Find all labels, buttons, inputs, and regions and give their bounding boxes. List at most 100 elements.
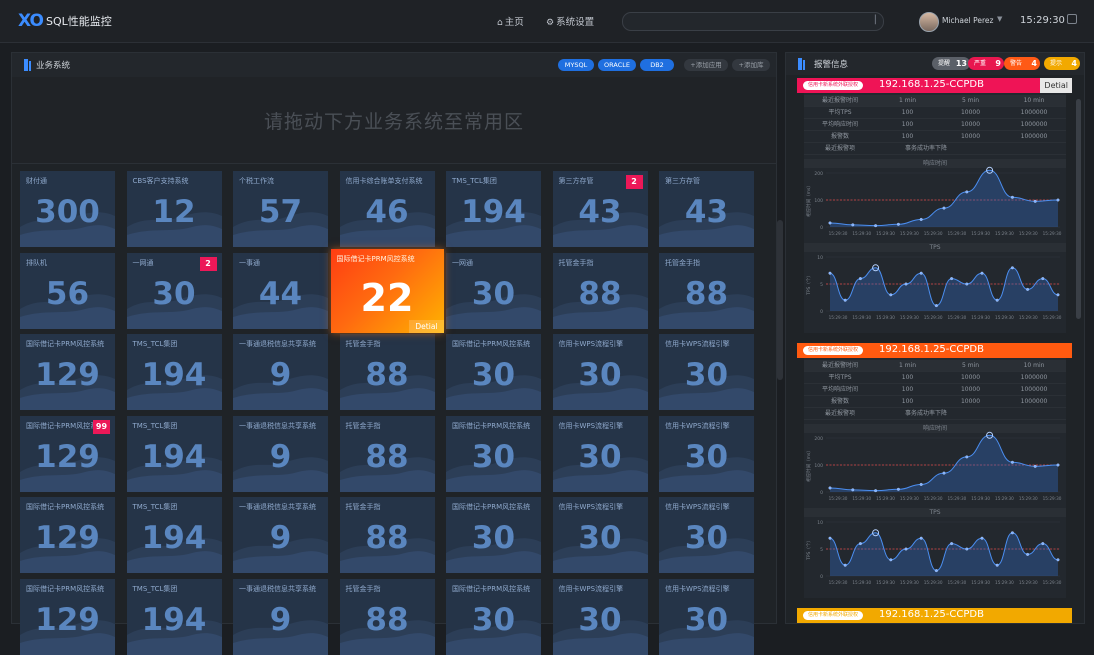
alert-count-badge[interactable]: 严重 9 <box>968 57 1004 70</box>
alert-card-header[interactable]: 信用卡新系统外联授权 192.168.1.25-CCPDB <box>797 608 1072 623</box>
system-tile[interactable]: 一事通退税信息共享系统 9 <box>233 578 328 655</box>
data-point[interactable] <box>995 563 999 567</box>
system-tile[interactable]: 信用卡WPS流程引擎 30 <box>552 415 648 492</box>
data-point[interactable] <box>1041 277 1045 281</box>
add-app-button[interactable]: +添加应用 <box>684 59 728 71</box>
data-point[interactable] <box>1033 464 1037 468</box>
system-tile[interactable]: 国际借记卡PRM风控系统 129 99 <box>20 415 115 492</box>
logout-icon[interactable] <box>1067 14 1077 24</box>
add-db-button[interactable]: +添加库 <box>732 59 770 71</box>
db-tag-oracle[interactable]: ORACLE <box>598 59 636 71</box>
data-point[interactable] <box>858 542 862 546</box>
data-point[interactable] <box>828 271 832 275</box>
system-tile[interactable]: 托管金手指 88 <box>552 252 648 329</box>
data-point[interactable] <box>904 282 908 286</box>
system-tile[interactable]: 国际借记卡PRM风控系统 30 <box>446 415 541 492</box>
db-tag-db2[interactable]: DB2 <box>640 59 674 71</box>
data-point[interactable] <box>942 206 946 210</box>
data-point[interactable] <box>934 569 938 573</box>
db-tag-mysql[interactable]: MYSQL <box>558 59 594 71</box>
search-icon[interactable]: | <box>874 14 877 25</box>
data-point[interactable] <box>828 536 832 540</box>
system-tile[interactable]: 一网通 30 2 <box>126 252 222 329</box>
data-point[interactable] <box>843 563 847 567</box>
system-tile[interactable]: 信用卡WPS流程引擎 30 <box>659 578 754 655</box>
scrollbar[interactable] <box>1076 99 1081 319</box>
chevron-down-icon[interactable]: ▼ <box>997 15 1002 23</box>
data-point[interactable] <box>942 471 946 475</box>
nav-settings[interactable]: ⚙ 系统设置 <box>546 14 594 28</box>
system-tile[interactable]: 托管金手指 88 <box>659 252 754 329</box>
alert-card[interactable]: 信用卡新系统外联授权 192.168.1.25-CCPDB Detial 最近报警时间… <box>797 78 1072 336</box>
search-input[interactable]: | <box>622 12 884 31</box>
data-point[interactable] <box>950 542 954 546</box>
data-point[interactable] <box>843 298 847 302</box>
system-tile[interactable]: TMS_TCL集团 194 <box>126 497 222 573</box>
nav-home[interactable]: ⌂ 主页 <box>497 14 524 28</box>
system-tile[interactable]: 信用卡WPS流程引擎 30 <box>659 334 754 410</box>
data-point[interactable] <box>896 222 900 226</box>
system-tile[interactable]: 个税工作流 57 <box>233 171 328 247</box>
system-tile[interactable]: 信用卡WPS流程引擎 30 <box>659 497 754 573</box>
alert-card-header[interactable]: 信用卡新系统外联授权 192.168.1.25-CCPDB Detial <box>797 78 1072 93</box>
favorites-dropzone[interactable]: 请拖动下方业务系统至常用区 <box>12 77 776 164</box>
system-tile[interactable]: 一事通退税信息共享系统 9 <box>233 497 328 573</box>
avatar[interactable] <box>919 12 939 32</box>
system-tile[interactable]: TMS_TCL集团 194 <box>126 334 222 410</box>
system-tile[interactable]: TMS_TCL集团 194 <box>446 171 541 247</box>
data-point[interactable] <box>874 224 878 228</box>
data-point[interactable] <box>1010 266 1014 270</box>
data-point[interactable] <box>934 304 938 308</box>
data-point[interactable] <box>995 298 999 302</box>
data-point[interactable] <box>965 190 969 194</box>
data-point[interactable] <box>828 221 832 225</box>
data-point[interactable] <box>1010 460 1014 464</box>
data-point[interactable] <box>874 489 878 493</box>
alert-card[interactable]: 信用卡新系统外联授权 192.168.1.25-CCPDB 最近报警时间 1 min 5… <box>797 343 1072 601</box>
data-point[interactable] <box>851 488 855 492</box>
data-point[interactable] <box>858 277 862 281</box>
system-tile[interactable]: 托管金手指 88 <box>339 334 435 410</box>
system-tile[interactable]: 信用卡WPS流程引擎 30 <box>659 415 754 492</box>
system-tile[interactable]: 国际借记卡PRM风控系统 129 <box>20 578 115 655</box>
system-tile[interactable]: 一网通 30 <box>446 252 541 329</box>
data-point[interactable] <box>1056 558 1060 562</box>
data-point[interactable] <box>1033 199 1037 203</box>
data-point[interactable] <box>1010 531 1014 535</box>
data-point[interactable] <box>919 217 923 221</box>
data-point[interactable] <box>1041 542 1045 546</box>
tile-detail-button[interactable]: Detial <box>409 319 444 333</box>
app-logo[interactable]: XO <box>18 11 44 31</box>
data-point[interactable] <box>965 282 969 286</box>
system-tile[interactable]: 一事通退税信息共享系统 9 <box>233 415 328 492</box>
system-tile[interactable]: 财付通 300 <box>20 171 115 247</box>
data-point[interactable] <box>1056 293 1060 297</box>
system-tile[interactable]: 第三方存管 43 2 <box>552 171 648 247</box>
system-tile[interactable]: 信用卡WPS流程引擎 30 <box>552 497 648 573</box>
system-tile[interactable]: 托管金手指 88 <box>339 497 435 573</box>
data-point[interactable] <box>851 223 855 227</box>
alert-count-badge[interactable]: 提示 4 <box>1044 57 1080 70</box>
data-point[interactable] <box>1026 287 1030 291</box>
data-point[interactable] <box>896 487 900 491</box>
data-point[interactable] <box>950 277 954 281</box>
alert-detail-button[interactable]: Detial <box>1040 78 1072 93</box>
tile-alert-badge[interactable]: 99 <box>93 419 110 434</box>
alert-count-badge[interactable]: 提醒 13 <box>932 57 970 70</box>
data-point[interactable] <box>889 558 893 562</box>
system-tile[interactable]: 国际借记卡PRM风控系统 129 <box>20 334 115 410</box>
tile-alert-badge[interactable]: 2 <box>625 175 643 189</box>
system-tile[interactable]: 第三方存管 43 <box>659 171 754 247</box>
system-tile[interactable]: 国际借记卡PRM风控系统 22 Detial <box>330 248 444 333</box>
system-tile[interactable]: 国际借记卡PRM风控系统 30 <box>446 334 541 410</box>
system-tile[interactable]: 信用卡WPS流程引擎 30 <box>552 334 648 410</box>
data-point[interactable] <box>1010 195 1014 199</box>
alert-card[interactable]: 信用卡新系统外联授权 192.168.1.25-CCPDB <box>797 608 1072 628</box>
system-tile[interactable]: CBS客户支持系统 12 <box>126 171 222 247</box>
data-point[interactable] <box>904 547 908 551</box>
system-tile[interactable]: 国际借记卡PRM风控系统 129 <box>20 497 115 573</box>
data-point[interactable] <box>828 486 832 490</box>
data-point[interactable] <box>965 547 969 551</box>
system-tile[interactable]: 托管金手指 88 <box>339 578 435 655</box>
data-point[interactable] <box>1056 463 1060 467</box>
